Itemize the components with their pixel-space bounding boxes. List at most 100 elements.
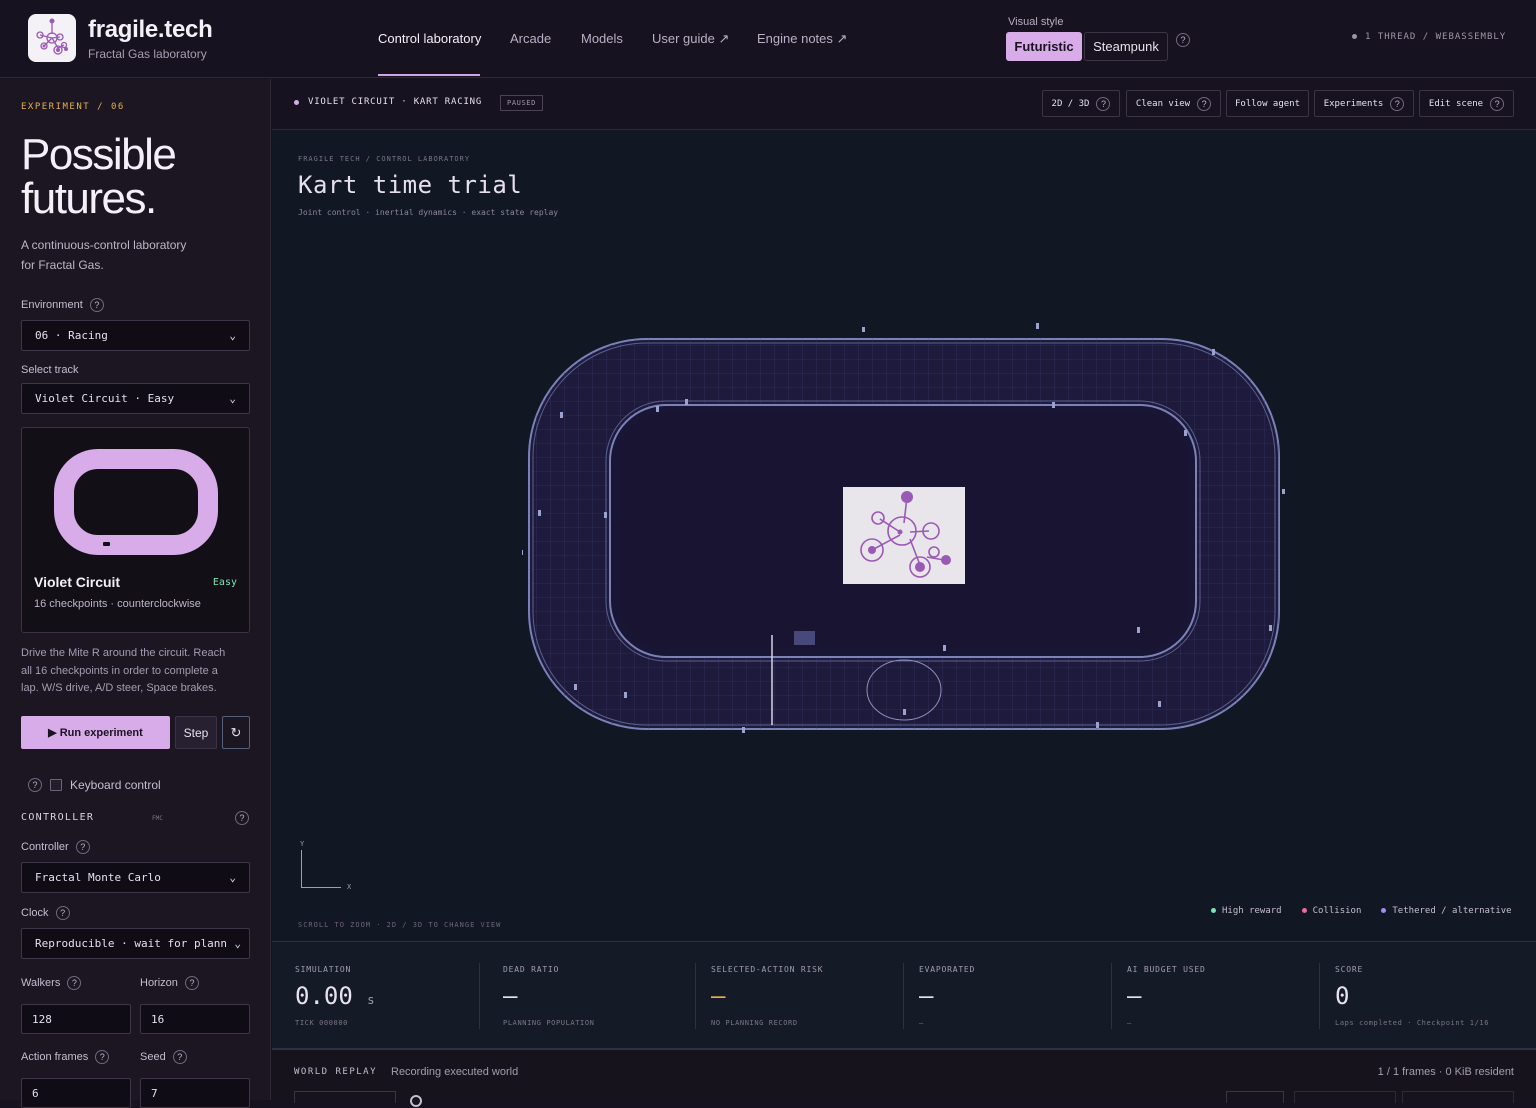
legend-collision: Collision bbox=[1301, 906, 1362, 916]
stat-ai-budget: AI BUDGET USED — — bbox=[1127, 965, 1206, 1027]
walkers-label: Walkers ? bbox=[21, 976, 82, 990]
stat-value: 0 bbox=[1335, 982, 1350, 1010]
track-canvas[interactable] bbox=[522, 317, 1287, 737]
clock-help-icon[interactable]: ? bbox=[55, 906, 70, 920]
stat-unit: s bbox=[367, 993, 375, 1007]
description-line: lap. W/S drive, A/D steer, Space brakes. bbox=[21, 682, 217, 694]
reset-icon[interactable]: ↻ bbox=[222, 716, 250, 749]
status-badge: PAUSED bbox=[500, 95, 543, 111]
clean-view-button[interactable]: Clean view? bbox=[1126, 90, 1221, 117]
stat-separator bbox=[479, 963, 480, 1029]
clean-view-help-icon[interactable]: ? bbox=[1197, 96, 1212, 111]
logo[interactable] bbox=[28, 14, 76, 62]
replay-frames: 1 / 1 frames · 0 KiB resident bbox=[1377, 1066, 1514, 1078]
walkers-help-icon[interactable]: ? bbox=[67, 976, 82, 990]
stat-label: EVAPORATED bbox=[919, 965, 976, 974]
visual-style-help-icon[interactable]: ? bbox=[1176, 33, 1190, 47]
clock-select[interactable]: Reproducible · wait for plann ⌄ bbox=[21, 928, 250, 959]
controller-help-icon[interactable]: ? bbox=[75, 840, 90, 854]
replay-clear-button[interactable] bbox=[1402, 1091, 1514, 1103]
visual-style-label: Visual style bbox=[1008, 16, 1064, 28]
controller-select[interactable]: Fractal Monte Carlo ⌄ bbox=[21, 862, 250, 893]
horizon-help-icon[interactable]: ? bbox=[184, 976, 199, 990]
stat-evaporated: EVAPORATED — — bbox=[919, 965, 975, 1027]
run-experiment-button[interactable]: ▶ Run experiment bbox=[21, 716, 170, 749]
replay-scrubber-handle[interactable] bbox=[410, 1095, 422, 1107]
world-replay-panel: WORLD REPLAY Recording executed world 1 … bbox=[272, 1050, 1536, 1107]
experiment-label: EXPERIMENT / 06 bbox=[21, 102, 125, 112]
action-frames-label-text: Action frames bbox=[21, 1051, 89, 1063]
horizon-input[interactable]: 16 bbox=[140, 1004, 250, 1034]
nav-control-laboratory[interactable]: Control laboratory bbox=[378, 31, 481, 46]
follow-agent-button[interactable]: Follow agent bbox=[1226, 90, 1309, 117]
action-frames-input[interactable]: 6 bbox=[21, 1078, 131, 1108]
track-select[interactable]: Violet Circuit · Easy ⌄ bbox=[21, 383, 250, 414]
axis-y-label: Y bbox=[300, 840, 305, 848]
legend: High reward Collision Tethered / alterna… bbox=[1211, 906, 1512, 916]
replay-play-button[interactable] bbox=[294, 1091, 396, 1103]
style-steampunk-button[interactable]: Steampunk bbox=[1084, 32, 1168, 61]
viewport-title: Kart time trial bbox=[298, 171, 523, 199]
stat-separator bbox=[903, 963, 904, 1029]
controller-section-help-icon[interactable]: ? bbox=[235, 811, 249, 825]
replay-title: WORLD REPLAY bbox=[294, 1067, 378, 1077]
stat-sub: NO PLANNING RECORD bbox=[711, 1019, 798, 1027]
chevron-down-icon: ⌄ bbox=[234, 937, 241, 950]
step-button[interactable]: Step bbox=[175, 716, 217, 749]
seed-label: Seed ? bbox=[140, 1050, 187, 1064]
environment-help-icon[interactable]: ? bbox=[89, 298, 104, 312]
environment-select[interactable]: 06 · Racing ⌄ bbox=[21, 320, 250, 351]
axis-x-label: X bbox=[347, 883, 352, 891]
style-futuristic-button[interactable]: Futuristic bbox=[1006, 32, 1082, 61]
environment-label: Environment ? bbox=[21, 298, 104, 312]
stat-label: AI BUDGET USED bbox=[1127, 965, 1206, 974]
scene-title: VIOLET CIRCUIT · KART RACING bbox=[308, 97, 483, 107]
stat-label: SIMULATION bbox=[295, 965, 352, 974]
experiments-help-icon[interactable]: ? bbox=[1390, 96, 1405, 111]
scene-toolbar: VIOLET CIRCUIT · KART RACING PAUSED 2D /… bbox=[272, 79, 1536, 130]
nav-engine-notes[interactable]: Engine notes ↗ bbox=[757, 31, 847, 47]
nav-active-indicator bbox=[378, 74, 480, 76]
title-line-1: Possible bbox=[21, 130, 177, 179]
edit-scene-button[interactable]: Edit scene? bbox=[1419, 90, 1514, 117]
stat-sub: Laps completed · Checkpoint 1/16 bbox=[1335, 1019, 1490, 1027]
nav-models[interactable]: Models bbox=[581, 31, 623, 46]
legend-dot-icon bbox=[1211, 908, 1216, 913]
toggle-2d-3d-help-icon[interactable]: ? bbox=[1096, 96, 1111, 111]
stat-selected-action-risk: SELECTED-ACTION RISK — NO PLANNING RECOR… bbox=[711, 965, 823, 1027]
nav-user-guide[interactable]: User guide ↗ bbox=[652, 31, 729, 47]
seed-help-icon[interactable]: ? bbox=[172, 1050, 187, 1064]
stat-sub: PLANNING POPULATION bbox=[503, 1019, 595, 1027]
stat-dead-ratio: DEAD RATIO — PLANNING POPULATION bbox=[503, 965, 594, 1027]
stat-simulation: SIMULATION 0.00 s TICK 000000 bbox=[295, 965, 374, 1027]
stat-separator bbox=[1319, 963, 1320, 1029]
keyboard-help-icon[interactable]: ? bbox=[28, 778, 42, 792]
track-card[interactable]: Violet Circuit Easy 16 checkpoints · cou… bbox=[21, 427, 250, 633]
nav-arcade[interactable]: Arcade bbox=[510, 31, 551, 46]
experiments-button[interactable]: Experiments? bbox=[1314, 90, 1414, 117]
replay-speed-control[interactable] bbox=[1226, 1091, 1284, 1103]
page-subtitle: A continuous-control laboratory for Frac… bbox=[21, 235, 186, 275]
legend-label: Collision bbox=[1312, 906, 1362, 916]
action-frames-help-icon[interactable]: ? bbox=[95, 1050, 110, 1064]
toggle-2d-3d-button[interactable]: 2D / 3D? bbox=[1042, 90, 1120, 117]
stat-sub: TICK 000000 bbox=[295, 1019, 348, 1027]
app-header: fragile.tech Fractal Gas laboratory Cont… bbox=[0, 0, 1536, 78]
edit-scene-help-icon[interactable]: ? bbox=[1490, 96, 1505, 111]
keyboard-control-checkbox[interactable] bbox=[50, 779, 62, 791]
walkers-label-text: Walkers bbox=[21, 977, 61, 989]
stat-label: SELECTED-ACTION RISK bbox=[711, 965, 824, 974]
seed-input[interactable]: 7 bbox=[140, 1078, 250, 1108]
controller-section-title: CONTROLLER bbox=[21, 812, 95, 823]
walkers-input[interactable]: 128 bbox=[21, 1004, 131, 1034]
axis-y-line bbox=[301, 850, 302, 888]
track-name: Violet Circuit bbox=[34, 574, 121, 590]
axis-x-line bbox=[301, 887, 341, 888]
page-title: Possible futures. bbox=[21, 130, 177, 221]
track-preview-icon bbox=[54, 449, 218, 555]
stat-value: — bbox=[1127, 982, 1142, 1010]
replay-export-button[interactable] bbox=[1294, 1091, 1396, 1103]
environment-value: 06 · Racing bbox=[35, 329, 108, 342]
legend-dot-icon bbox=[1301, 908, 1307, 913]
clock-value: Reproducible · wait for plann bbox=[35, 937, 228, 950]
